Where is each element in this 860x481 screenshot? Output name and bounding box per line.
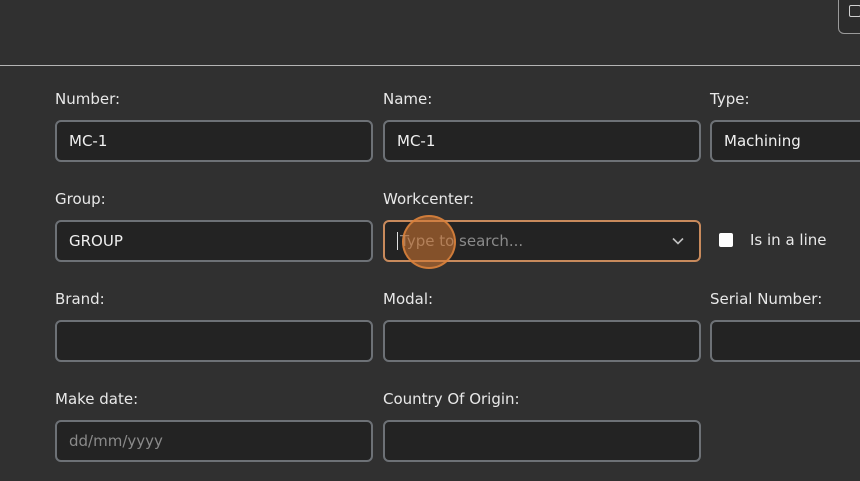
workcenter-placeholder: Type to search...: [400, 232, 524, 250]
chevron-down-icon[interactable]: [671, 234, 685, 248]
type-field[interactable]: Machining: [710, 120, 860, 162]
brand-label: Brand:: [55, 290, 105, 308]
name-field[interactable]: MC-1: [383, 120, 701, 162]
top-bar: [0, 0, 860, 66]
in-line-checkbox[interactable]: [719, 233, 733, 247]
make-date-field[interactable]: dd/mm/yyyy: [55, 420, 373, 462]
country-of-origin-field[interactable]: [383, 420, 701, 462]
workcenter-search-select[interactable]: Type to search...: [383, 220, 701, 262]
type-label: Type:: [710, 90, 750, 108]
number-field[interactable]: MC-1: [55, 120, 373, 162]
corner-image-button[interactable]: [838, 0, 860, 34]
text-caret: [397, 232, 398, 250]
brand-field[interactable]: [55, 320, 373, 362]
workcenter-label: Workcenter:: [383, 190, 475, 208]
image-icon: [849, 5, 860, 17]
modal-label: Modal:: [383, 290, 434, 308]
name-label: Name:: [383, 90, 433, 108]
group-field[interactable]: GROUP: [55, 220, 373, 262]
serial-number-label: Serial Number:: [710, 290, 823, 308]
country-of-origin-label: Country Of Origin:: [383, 390, 520, 408]
group-label: Group:: [55, 190, 106, 208]
serial-number-field[interactable]: [710, 320, 860, 362]
number-label: Number:: [55, 90, 121, 108]
modal-field[interactable]: [383, 320, 701, 362]
in-line-label: Is in a line: [750, 231, 827, 249]
make-date-label: Make date:: [55, 390, 139, 408]
